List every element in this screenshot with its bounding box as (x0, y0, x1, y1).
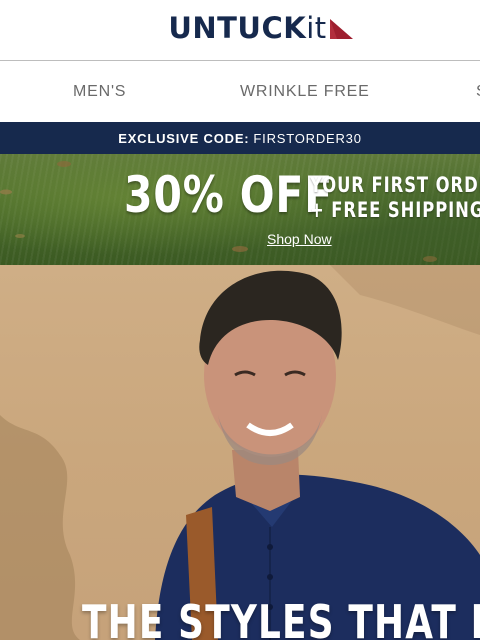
discount-percent: 30% OFF (124, 166, 334, 224)
brand-name-suffix: it (306, 11, 327, 45)
promo-banner[interactable]: 30% OFF YOUR FIRST ORDER + FREE SHIPPING… (0, 154, 480, 265)
promo-code-label: EXCLUSIVE CODE: (118, 130, 250, 146)
promo-strip[interactable]: EXCLUSIVE CODE: FIRSTORDER30 (0, 122, 480, 154)
shop-now-link[interactable]: Shop Now (267, 231, 332, 247)
hero-section[interactable]: THE STYLES THAT MAD (0, 265, 480, 640)
brand-logo[interactable]: UNTUCK it (168, 11, 353, 45)
nav-item-mens[interactable]: MEN'S (73, 61, 126, 122)
brand-flag-icon (329, 19, 353, 39)
nav-item-partial[interactable]: S (476, 61, 480, 122)
promo-code-value: FIRSTORDER30 (253, 130, 362, 146)
hero-image (0, 265, 480, 640)
discount-line-first-order: YOUR FIRST ORDER (310, 173, 480, 197)
discount-line-free-shipping: + FREE SHIPPING (310, 198, 480, 222)
category-nav: MEN'S WRINKLE FREE S (0, 61, 480, 122)
brand-name-main: UNTUCK (168, 11, 307, 45)
hero-headline: THE STYLES THAT MAD (82, 595, 480, 640)
nav-item-wrinkle-free[interactable]: WRINKLE FREE (240, 61, 370, 122)
site-header: UNTUCK it (0, 0, 480, 61)
